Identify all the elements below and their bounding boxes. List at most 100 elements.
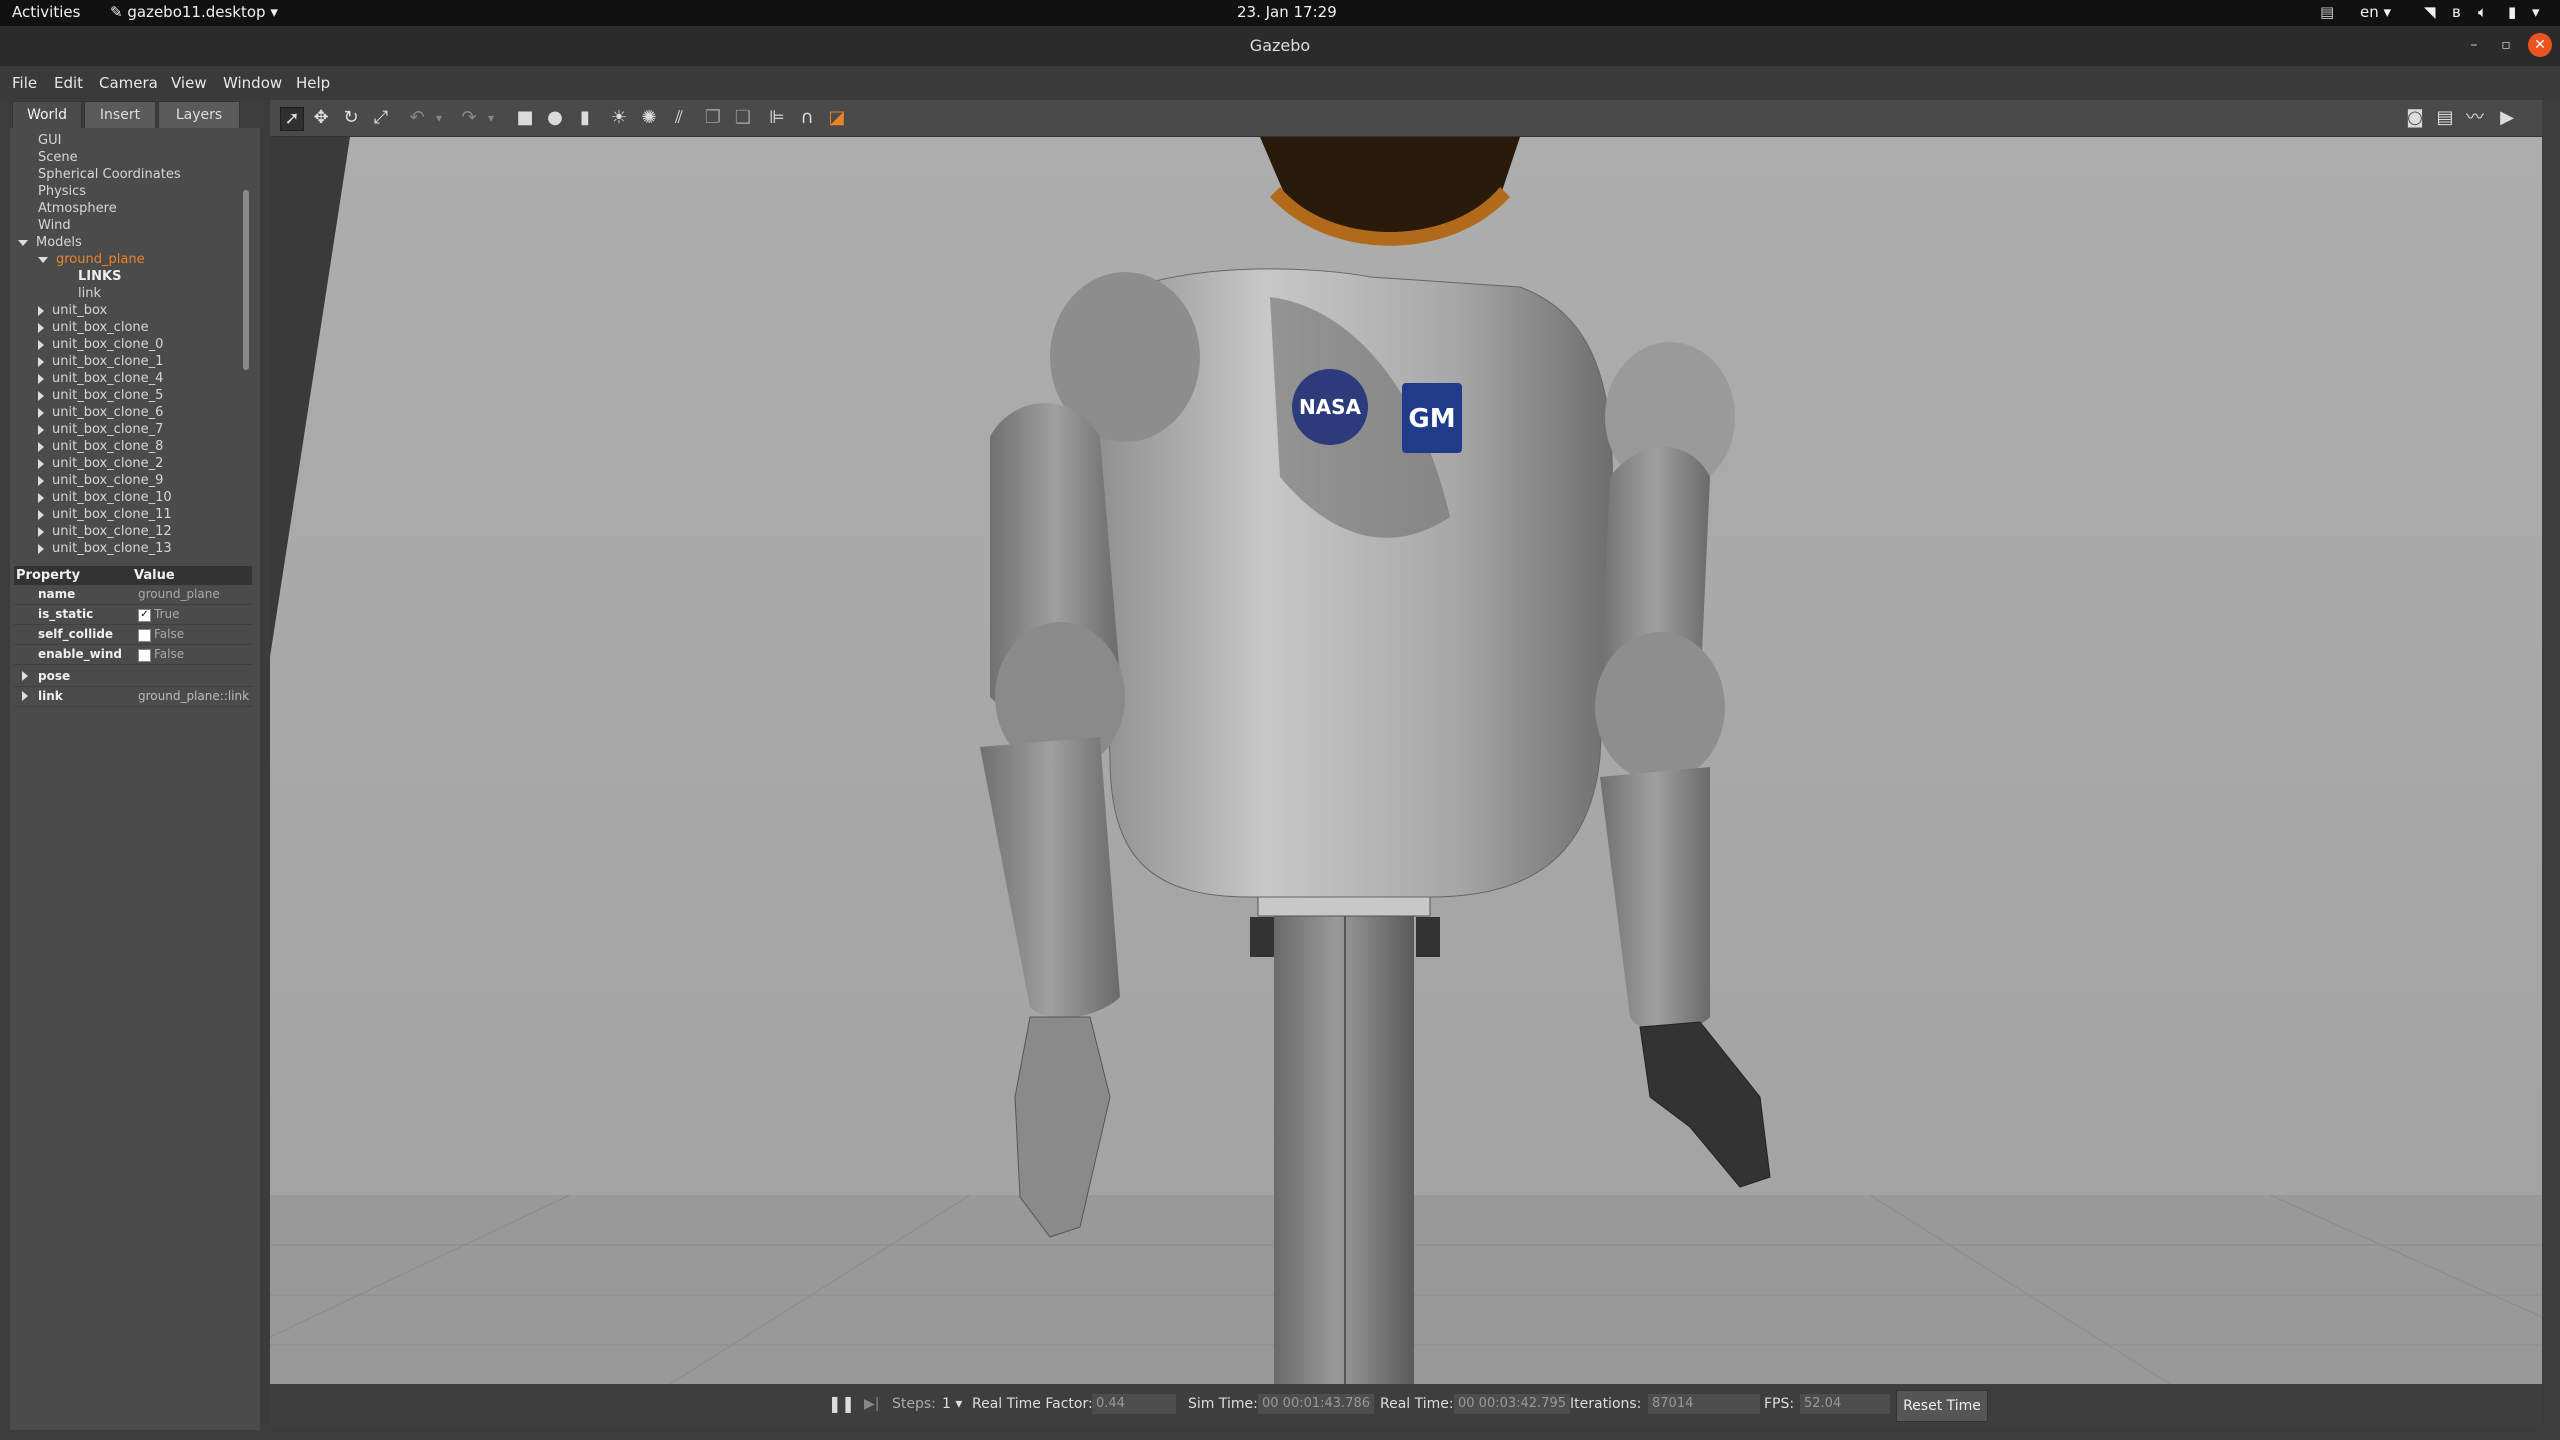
directional-light-icon[interactable]: ⫽ (668, 107, 690, 129)
clock[interactable]: 23. Jan 17:29 (1237, 3, 1337, 21)
sphere-shape-icon[interactable]: ● (544, 107, 566, 129)
expand-icon[interactable] (38, 424, 44, 435)
tree-item-model[interactable]: unit_box_clone_13 (38, 540, 172, 557)
property-row-pose[interactable]: pose (14, 667, 252, 687)
expand-icon[interactable] (38, 458, 44, 469)
box-shape-icon[interactable]: ■ (514, 107, 536, 129)
undo-history-chevron-icon[interactable]: ▾ (428, 107, 450, 129)
expand-icon[interactable] (38, 407, 44, 418)
tab-layers[interactable]: Layers (158, 101, 240, 128)
tree-item-model[interactable]: unit_box_clone_5 (38, 387, 163, 404)
view-angle-icon[interactable]: ◪ (826, 107, 848, 129)
property-row-name[interactable]: name ground_plane (14, 585, 252, 605)
log-icon[interactable]: ▤ (2434, 107, 2456, 129)
self-collide-checkbox[interactable] (138, 629, 151, 642)
spot-light-icon[interactable]: ✺ (638, 107, 660, 129)
tree-item-spherical-coordinates[interactable]: Spherical Coordinates (38, 166, 181, 183)
scene-render[interactable]: NASA GM (270, 137, 2542, 1384)
tree-item-model[interactable]: unit_box_clone_12 (38, 523, 172, 540)
app-menu[interactable]: ✎ gazebo11.desktop ▾ (110, 3, 278, 21)
expand-icon[interactable] (38, 356, 44, 367)
rotate-mode-icon[interactable]: ↻ (340, 107, 362, 129)
expand-icon[interactable] (22, 671, 28, 681)
maximize-button[interactable]: ▫ (2494, 33, 2518, 57)
tree-item-model[interactable]: unit_box_clone_9 (38, 472, 163, 489)
system-menu-chevron-icon[interactable]: ▾ (2532, 3, 2540, 21)
point-light-icon[interactable]: ☀ (608, 107, 630, 129)
volume-icon[interactable]: 🔈︎ (2478, 3, 2487, 21)
expand-icon[interactable] (38, 543, 44, 554)
step-icon[interactable]: ▶| (864, 1396, 879, 1412)
tree-item-model[interactable]: unit_box_clone_6 (38, 404, 163, 421)
tree-item-model[interactable]: unit_box_clone_10 (38, 489, 172, 506)
expand-icon[interactable] (38, 526, 44, 537)
expand-icon[interactable] (38, 256, 48, 263)
expand-icon[interactable] (38, 509, 44, 520)
tree-item-model[interactable]: unit_box_clone_2 (38, 455, 163, 472)
tree-scrollbar[interactable] (243, 190, 249, 370)
expand-icon[interactable] (38, 441, 44, 452)
video-record-icon[interactable]: ▶ (2496, 107, 2518, 129)
property-row-link[interactable]: link ground_plane::link (14, 687, 252, 707)
paste-icon[interactable]: ❑ (732, 107, 754, 129)
tab-world[interactable]: World (12, 101, 82, 128)
undo-icon[interactable]: ↶ (406, 107, 428, 129)
close-button[interactable]: ✕ (2528, 33, 2552, 57)
minimize-button[interactable]: – (2462, 33, 2486, 57)
expand-icon[interactable] (38, 475, 44, 486)
tree-item-model[interactable]: unit_box_clone_4 (38, 370, 163, 387)
activities-button[interactable]: Activities (12, 3, 80, 21)
select-mode-icon[interactable]: ➚ (280, 107, 304, 131)
expand-icon[interactable] (38, 322, 44, 333)
tree-item-physics[interactable]: Physics (38, 183, 86, 200)
scale-mode-icon[interactable]: ⤢ (370, 107, 392, 129)
language-indicator[interactable]: en ▾ (2360, 3, 2391, 21)
expand-icon[interactable] (22, 691, 28, 701)
menu-help[interactable]: Help (296, 74, 330, 92)
tree-item-gui[interactable]: GUI (38, 132, 61, 149)
pause-icon[interactable]: ❚❚ (828, 1394, 855, 1413)
battery-icon[interactable]: ▮ (2508, 3, 2516, 21)
expand-icon[interactable] (38, 339, 44, 350)
tree-item-model[interactable]: unit_box_clone_7 (38, 421, 163, 438)
tree-item-models[interactable]: Models (18, 234, 82, 251)
menu-camera[interactable]: Camera (99, 74, 158, 92)
reset-time-button[interactable]: Reset Time (1896, 1390, 1988, 1422)
cylinder-shape-icon[interactable]: ▮ (574, 107, 596, 129)
tree-item-link[interactable]: link (78, 285, 101, 302)
redo-icon[interactable]: ↷ (458, 107, 480, 129)
screenshot-indicator-icon[interactable]: ▤ (2320, 3, 2334, 21)
tree-item-model[interactable]: unit_box (38, 302, 107, 319)
expand-icon[interactable] (38, 373, 44, 384)
align-icon[interactable]: ⊫ (766, 107, 788, 129)
snap-icon[interactable]: ∩ (796, 107, 818, 129)
tree-item-model[interactable]: unit_box_clone_1 (38, 353, 163, 370)
wifi-icon[interactable]: ◥ (2424, 3, 2436, 21)
tab-insert[interactable]: Insert (84, 101, 156, 128)
tree-item-ground-plane[interactable]: ground_plane (38, 251, 145, 268)
tree-item-atmosphere[interactable]: Atmosphere (38, 200, 117, 217)
steps-spinbox[interactable]: 1 ▾ (942, 1396, 962, 1412)
tree-item-model[interactable]: unit_box_clone (38, 319, 149, 336)
3d-viewport[interactable]: ➚ ✥ ↻ ⤢ ↶ ▾ ↷ ▾ ■ ● ▮ ☀ ✺ ⫽ ❐ ❑ ⊫ ∩ ◪ ◙ … (270, 100, 2542, 1384)
tree-item-model[interactable]: unit_box_clone_8 (38, 438, 163, 455)
tree-item-wind[interactable]: Wind (38, 217, 71, 234)
property-row-is-static[interactable]: is_static ✓ True (14, 605, 252, 625)
translate-mode-icon[interactable]: ✥ (310, 107, 332, 129)
property-row-enable-wind[interactable]: enable_wind False (14, 645, 252, 665)
menu-edit[interactable]: Edit (54, 74, 83, 92)
menu-window[interactable]: Window (223, 74, 282, 92)
expand-icon[interactable] (38, 305, 44, 316)
screenshot-icon[interactable]: ◙ (2404, 107, 2426, 129)
expand-icon[interactable] (38, 390, 44, 401)
copy-icon[interactable]: ❐ (702, 107, 724, 129)
menu-file[interactable]: File (12, 74, 37, 92)
plot-icon[interactable]: 〰 (2464, 107, 2486, 129)
enable-wind-checkbox[interactable] (138, 649, 151, 662)
is-static-checkbox[interactable]: ✓ (138, 609, 151, 622)
property-row-self-collide[interactable]: self_collide False (14, 625, 252, 645)
expand-icon[interactable] (18, 239, 28, 246)
expand-icon[interactable] (38, 492, 44, 503)
tree-item-scene[interactable]: Scene (38, 149, 78, 166)
menu-view[interactable]: View (171, 74, 207, 92)
